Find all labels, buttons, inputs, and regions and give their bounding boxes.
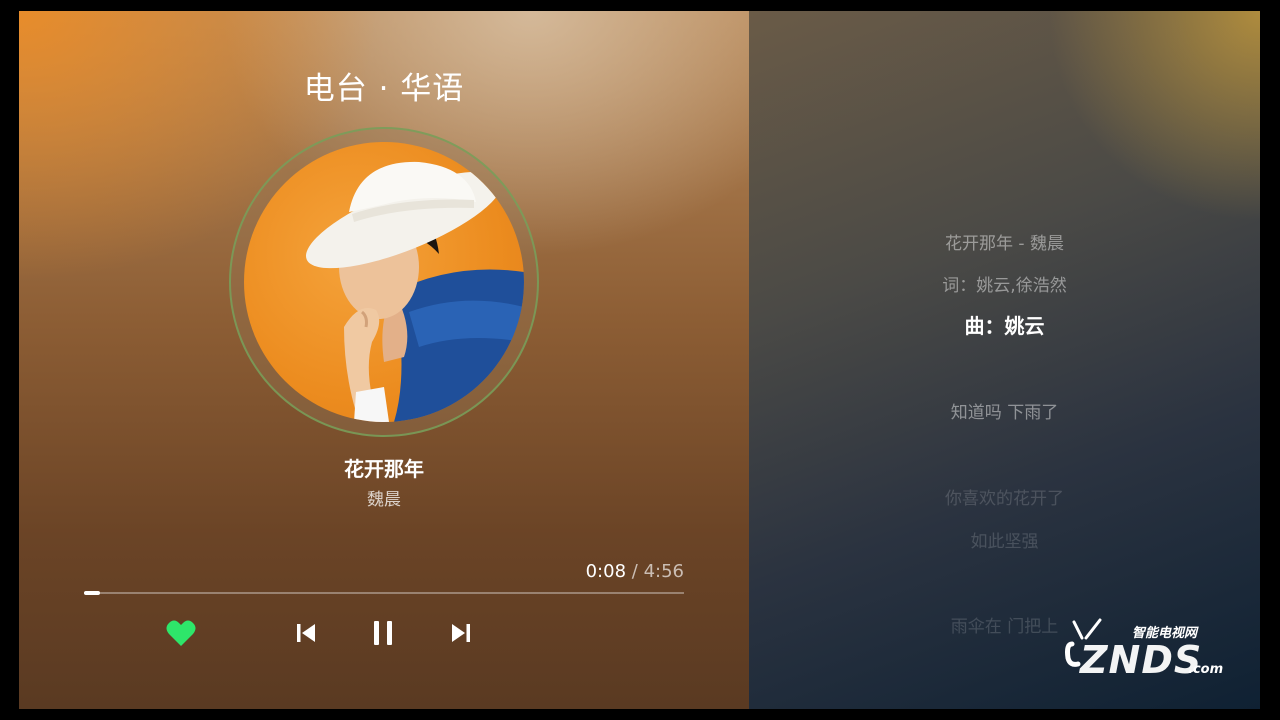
player-pane: 电台 · 华语 花开那年 魏晨 0:08 / 4:56 <box>19 11 749 709</box>
previous-button[interactable] <box>290 617 322 649</box>
lyric-line: 你喜欢的花开了 <box>945 489 1064 509</box>
time-readout: 0:08 / 4:56 <box>586 561 684 582</box>
player-screen: 电台 · 华语 花开那年 魏晨 0:08 / 4:56 花开那年 - 魏晨 词：… <box>19 11 1260 709</box>
watermark-logo: ZNDS <box>1080 638 1203 682</box>
progress-bar[interactable] <box>84 591 684 595</box>
watermark-suffix: .com <box>1188 662 1224 677</box>
progress-fill <box>84 591 101 595</box>
station-title: 电台 · 华语 <box>303 71 465 107</box>
skip-previous-icon <box>297 624 315 642</box>
lyric-line: 如此坚强 <box>970 532 1039 552</box>
song-artist: 魏晨 <box>367 490 401 510</box>
lyric-line: 词：姚云,徐浩然 <box>942 276 1067 296</box>
song-title: 花开那年 <box>344 457 424 481</box>
lyric-line: 花开那年 - 魏晨 <box>945 234 1064 254</box>
heart-icon <box>166 620 196 646</box>
next-button[interactable] <box>445 617 477 649</box>
time-separator: / <box>631 561 638 582</box>
total-time: 4:56 <box>643 561 684 582</box>
znds-watermark: 智能电视网 ZNDS .com <box>1050 618 1240 696</box>
like-button[interactable] <box>165 617 197 649</box>
lyric-line: 知道吗 下雨了 <box>950 403 1059 423</box>
album-cover <box>244 142 524 422</box>
elapsed-time: 0:08 <box>585 561 627 582</box>
lyric-line-current: 曲：姚云 <box>964 314 1045 338</box>
pause-button[interactable] <box>367 617 399 649</box>
skip-next-icon <box>452 624 470 642</box>
pause-icon <box>374 621 392 645</box>
lyrics-list: 花开那年 - 魏晨 词：姚云,徐浩然 曲：姚云 知道吗 下雨了 你喜欢的花开了 … <box>749 11 1260 709</box>
